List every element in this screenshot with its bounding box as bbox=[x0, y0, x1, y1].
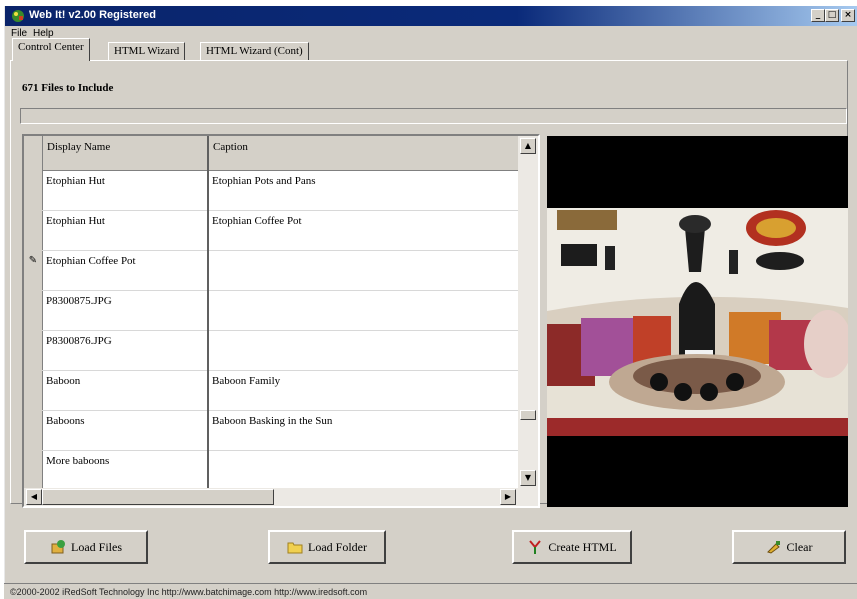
column-header-caption[interactable]: Caption bbox=[208, 136, 518, 170]
status-bar: ©2000-2002 iRedSoft Technology Inc http:… bbox=[4, 583, 857, 599]
title-bar[interactable]: Web It! v2.00 Registered _ □ × bbox=[5, 6, 857, 26]
folder-icon bbox=[287, 542, 303, 554]
close-button[interactable]: × bbox=[841, 9, 855, 22]
table-row[interactable]: Baboon Baboon Family bbox=[24, 370, 518, 410]
tab-html-wizard[interactable]: HTML Wizard bbox=[108, 42, 186, 60]
horizontal-scrollbar[interactable]: ◀ ▶ bbox=[24, 488, 538, 506]
load-files-button[interactable]: Load Files bbox=[24, 530, 148, 564]
menu-bar: File Help bbox=[5, 27, 857, 43]
scroll-left-arrow-icon[interactable]: ◀ bbox=[26, 489, 42, 505]
display-name-cell[interactable]: Baboons bbox=[42, 410, 208, 450]
clear-icon bbox=[766, 541, 780, 554]
progress-bar bbox=[20, 108, 847, 124]
column-divider[interactable] bbox=[207, 136, 209, 488]
caption-cell[interactable]: Baboon Basking in the Sun bbox=[208, 410, 518, 450]
create-html-icon bbox=[529, 540, 542, 554]
display-name-cell[interactable]: P8300876.JPG bbox=[42, 330, 208, 370]
load-folder-label: Load Folder bbox=[308, 539, 367, 554]
tab-control-center[interactable]: Control Center bbox=[12, 38, 90, 61]
minimize-button[interactable]: _ bbox=[811, 9, 825, 22]
table-row[interactable]: P8300875.JPG bbox=[24, 290, 518, 330]
clear-button[interactable]: Clear bbox=[732, 530, 846, 564]
vertical-scroll-thumb[interactable] bbox=[520, 410, 536, 420]
table-row[interactable]: P8300876.JPG bbox=[24, 330, 518, 370]
caption-cell[interactable] bbox=[208, 330, 518, 370]
display-name-cell[interactable]: Etophian Hut bbox=[42, 210, 208, 250]
tab-html-wizard-cont[interactable]: HTML Wizard (Cont) bbox=[200, 42, 309, 60]
horizontal-scroll-thumb[interactable] bbox=[42, 489, 274, 505]
scroll-right-arrow-icon[interactable]: ▶ bbox=[500, 489, 516, 505]
table-row[interactable]: Baboons Baboon Basking in the Sun bbox=[24, 410, 518, 450]
load-files-icon bbox=[51, 540, 65, 554]
display-name-cell[interactable]: Etophian Hut bbox=[42, 170, 208, 210]
display-name-cell[interactable]: Baboon bbox=[42, 370, 208, 410]
table-row[interactable]: Etophian Hut Etophian Coffee Pot bbox=[24, 210, 518, 250]
display-name-cell[interactable]: More baboons bbox=[42, 450, 208, 490]
web-it-app-icon bbox=[12, 10, 24, 22]
window-title: Web It! v2.00 Registered bbox=[29, 9, 156, 21]
column-header-display-name[interactable]: Display Name bbox=[42, 136, 208, 170]
caption-cell[interactable]: Etophian Coffee Pot bbox=[208, 210, 518, 250]
table-row-editing[interactable]: ✎ Etophian Coffee Pot bbox=[24, 250, 518, 290]
load-folder-button[interactable]: Load Folder bbox=[268, 530, 386, 564]
table-row[interactable]: More baboons bbox=[24, 450, 518, 490]
create-html-button[interactable]: Create HTML bbox=[512, 530, 632, 564]
load-files-label: Load Files bbox=[71, 539, 122, 554]
caption-cell[interactable] bbox=[208, 450, 518, 490]
scroll-up-arrow-icon[interactable]: ▲ bbox=[520, 138, 536, 154]
vertical-scrollbar[interactable]: ▲ ▼ bbox=[518, 136, 538, 488]
file-grid[interactable]: Display Name Caption Etophian Hut Etophi… bbox=[22, 134, 540, 508]
image-preview bbox=[547, 136, 848, 507]
grid-header: Display Name Caption bbox=[24, 136, 518, 171]
clear-label: Clear bbox=[786, 539, 813, 554]
grid-body: Etophian Hut Etophian Pots and Pans Etop… bbox=[24, 136, 518, 490]
create-html-label: Create HTML bbox=[548, 539, 617, 554]
files-count-label: 671 Files to Include bbox=[22, 82, 114, 94]
caption-cell[interactable] bbox=[208, 250, 518, 290]
edit-pencil-icon: ✎ bbox=[28, 255, 38, 266]
maximize-button[interactable]: □ bbox=[825, 9, 839, 22]
scroll-down-arrow-icon[interactable]: ▼ bbox=[520, 470, 536, 486]
caption-cell[interactable]: Etophian Pots and Pans bbox=[208, 170, 518, 210]
display-name-cell[interactable]: P8300875.JPG bbox=[42, 290, 208, 330]
display-name-cell[interactable]: Etophian Coffee Pot bbox=[42, 250, 208, 290]
table-row[interactable]: Etophian Hut Etophian Pots and Pans bbox=[24, 170, 518, 210]
caption-cell[interactable] bbox=[208, 290, 518, 330]
ethiopian-coffee-pot-photo bbox=[547, 136, 848, 507]
caption-cell[interactable]: Baboon Family bbox=[208, 370, 518, 410]
